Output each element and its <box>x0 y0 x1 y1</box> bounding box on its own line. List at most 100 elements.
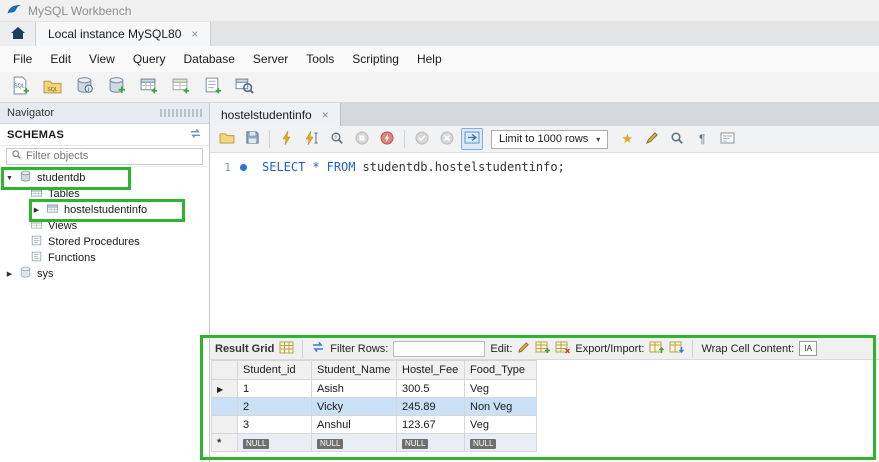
new-sql-tab-button[interactable]: SQL <box>8 75 33 99</box>
result-grid-icon[interactable] <box>279 341 294 357</box>
cell-food-type[interactable]: Veg <box>464 415 537 434</box>
explain-button[interactable] <box>326 128 348 150</box>
close-icon[interactable]: × <box>322 109 329 121</box>
row-selector[interactable] <box>211 415 238 434</box>
filter-objects-box[interactable] <box>6 147 203 165</box>
tree-item-functions[interactable]: Functions <box>0 250 209 266</box>
export-icon[interactable] <box>649 341 665 357</box>
row-selector[interactable]: * <box>211 433 238 452</box>
stop-button[interactable] <box>351 128 373 150</box>
close-icon[interactable]: × <box>191 28 198 40</box>
create-view-button[interactable] <box>168 75 193 99</box>
cell-student-name[interactable]: Anshul <box>311 415 397 434</box>
home-tab-button[interactable] <box>0 22 36 46</box>
cell-student-id[interactable]: 2 <box>237 397 312 416</box>
table-row-selected[interactable]: 2 Vicky 245.89 Non Veg <box>211 397 537 416</box>
edit-record-icon[interactable] <box>517 341 530 357</box>
menu-edit[interactable]: Edit <box>41 47 80 71</box>
cell-food-type[interactable]: Non Veg <box>464 397 537 416</box>
rollback-button[interactable] <box>436 128 458 150</box>
cell-student-name[interactable]: NULL <box>311 433 397 452</box>
filter-rows-input[interactable] <box>393 340 486 357</box>
clean-up-button[interactable] <box>641 128 663 150</box>
cell-hostel-fee[interactable]: 123.67 <box>396 415 465 434</box>
wrap-cell-content-icon[interactable]: IA <box>799 341 818 356</box>
import-icon[interactable] <box>669 341 685 357</box>
row-selector[interactable]: ▶ <box>211 379 238 398</box>
home-icon <box>10 26 26 43</box>
column-header-student-name[interactable]: Student_Name <box>311 360 397 380</box>
create-procedure-icon <box>203 76 222 98</box>
connection-tab[interactable]: Local instance MySQL80 × <box>36 22 212 46</box>
editor-tab-hostelstudentinfo[interactable]: hostelstudentinfo × <box>210 103 341 126</box>
toggle-autocommit-button[interactable] <box>461 128 483 150</box>
column-header-food-type[interactable]: Food_Type <box>464 360 537 380</box>
cell-student-name[interactable]: Vicky <box>311 397 397 416</box>
search-data-button[interactable] <box>232 75 257 99</box>
cell-student-name[interactable]: Asish <box>311 379 397 398</box>
sql-statement[interactable]: SELECT * FROM studentdb.hostelstudentinf… <box>262 160 565 174</box>
select-all-cell[interactable] <box>211 360 238 380</box>
cell-student-id[interactable]: 3 <box>237 415 312 434</box>
execute-current-statement-button[interactable] <box>301 128 323 150</box>
insert-row-icon[interactable] <box>535 341 551 357</box>
tree-item-stored-procedures[interactable]: Stored Procedures <box>0 234 209 250</box>
chevron-right-icon[interactable]: ▶ <box>5 270 14 278</box>
tree-label-functions: Functions <box>48 252 96 264</box>
schemas-label: SCHEMAS <box>7 128 65 141</box>
tree-item-studentdb[interactable]: ▼ studentdb <box>0 170 209 186</box>
menu-database[interactable]: Database <box>175 47 244 71</box>
inspector-button[interactable]: i <box>72 75 97 99</box>
open-file-button[interactable] <box>216 128 238 150</box>
beautify-button[interactable]: ★ <box>616 128 638 150</box>
create-procedure-button[interactable] <box>200 75 225 99</box>
menu-file[interactable]: File <box>4 47 41 71</box>
table-row[interactable]: ▶ 1 Asish 300.5 Veg <box>211 379 537 398</box>
panel-grip-icon[interactable] <box>160 109 202 117</box>
create-table-button[interactable] <box>136 75 161 99</box>
refresh-schemas-icon[interactable] <box>189 128 202 142</box>
menu-query[interactable]: Query <box>124 47 175 71</box>
tree-item-sys[interactable]: ▶ sys <box>0 266 209 282</box>
cell-student-id[interactable]: NULL <box>237 433 312 452</box>
tree-item-tables[interactable]: Tables <box>0 186 209 202</box>
menu-server[interactable]: Server <box>244 47 297 71</box>
limit-rows-dropdown[interactable]: Limit to 1000 rows ▾ <box>491 129 609 149</box>
cell-student-id[interactable]: 1 <box>237 379 312 398</box>
svg-text:SQL: SQL <box>47 87 58 93</box>
table-icon <box>46 202 59 218</box>
save-button[interactable] <box>241 128 263 150</box>
cell-food-type[interactable]: NULL <box>464 433 537 452</box>
chevron-right-icon[interactable]: ▶ <box>32 206 41 214</box>
cell-hostel-fee[interactable]: NULL <box>396 433 465 452</box>
find-button[interactable] <box>666 128 688 150</box>
cell-hostel-fee[interactable]: 300.5 <box>396 379 465 398</box>
execute-button[interactable] <box>276 128 298 150</box>
column-header-student-id[interactable]: Student_id <box>237 360 312 380</box>
create-schema-button[interactable] <box>104 75 129 99</box>
tree-item-views[interactable]: Views <box>0 218 209 234</box>
tables-icon <box>30 186 43 202</box>
cell-hostel-fee[interactable]: 245.89 <box>396 397 465 416</box>
tree-item-hostelstudentinfo[interactable]: ▶ hostelstudentinfo <box>0 202 209 218</box>
column-header-hostel-fee[interactable]: Hostel_Fee <box>396 360 465 380</box>
table-row[interactable]: 3 Anshul 123.67 Veg <box>211 415 537 434</box>
menu-tools[interactable]: Tools <box>297 47 343 71</box>
toggle-stop-on-error-button[interactable] <box>376 128 398 150</box>
menu-view[interactable]: View <box>80 47 124 71</box>
new-row-placeholder[interactable]: * NULL NULL NULL NULL <box>211 433 537 452</box>
commit-button[interactable] <box>411 128 433 150</box>
sql-editor[interactable]: 1 SELECT * FROM studentdb.hostelstudenti… <box>210 153 879 338</box>
menu-help[interactable]: Help <box>408 47 451 71</box>
row-selector[interactable] <box>211 397 238 416</box>
cell-food-type[interactable]: Veg <box>464 379 537 398</box>
commit-check-icon <box>415 131 429 148</box>
chevron-down-icon[interactable]: ▼ <box>5 175 14 182</box>
menu-scripting[interactable]: Scripting <box>343 47 408 71</box>
filter-objects-input[interactable] <box>26 150 198 162</box>
delete-row-icon[interactable] <box>555 341 571 357</box>
wrap-text-button[interactable] <box>716 128 738 150</box>
show-invisibles-button[interactable]: ¶ <box>691 128 713 150</box>
refresh-results-icon[interactable] <box>311 341 325 356</box>
open-sql-script-button[interactable]: SQL <box>40 75 65 99</box>
